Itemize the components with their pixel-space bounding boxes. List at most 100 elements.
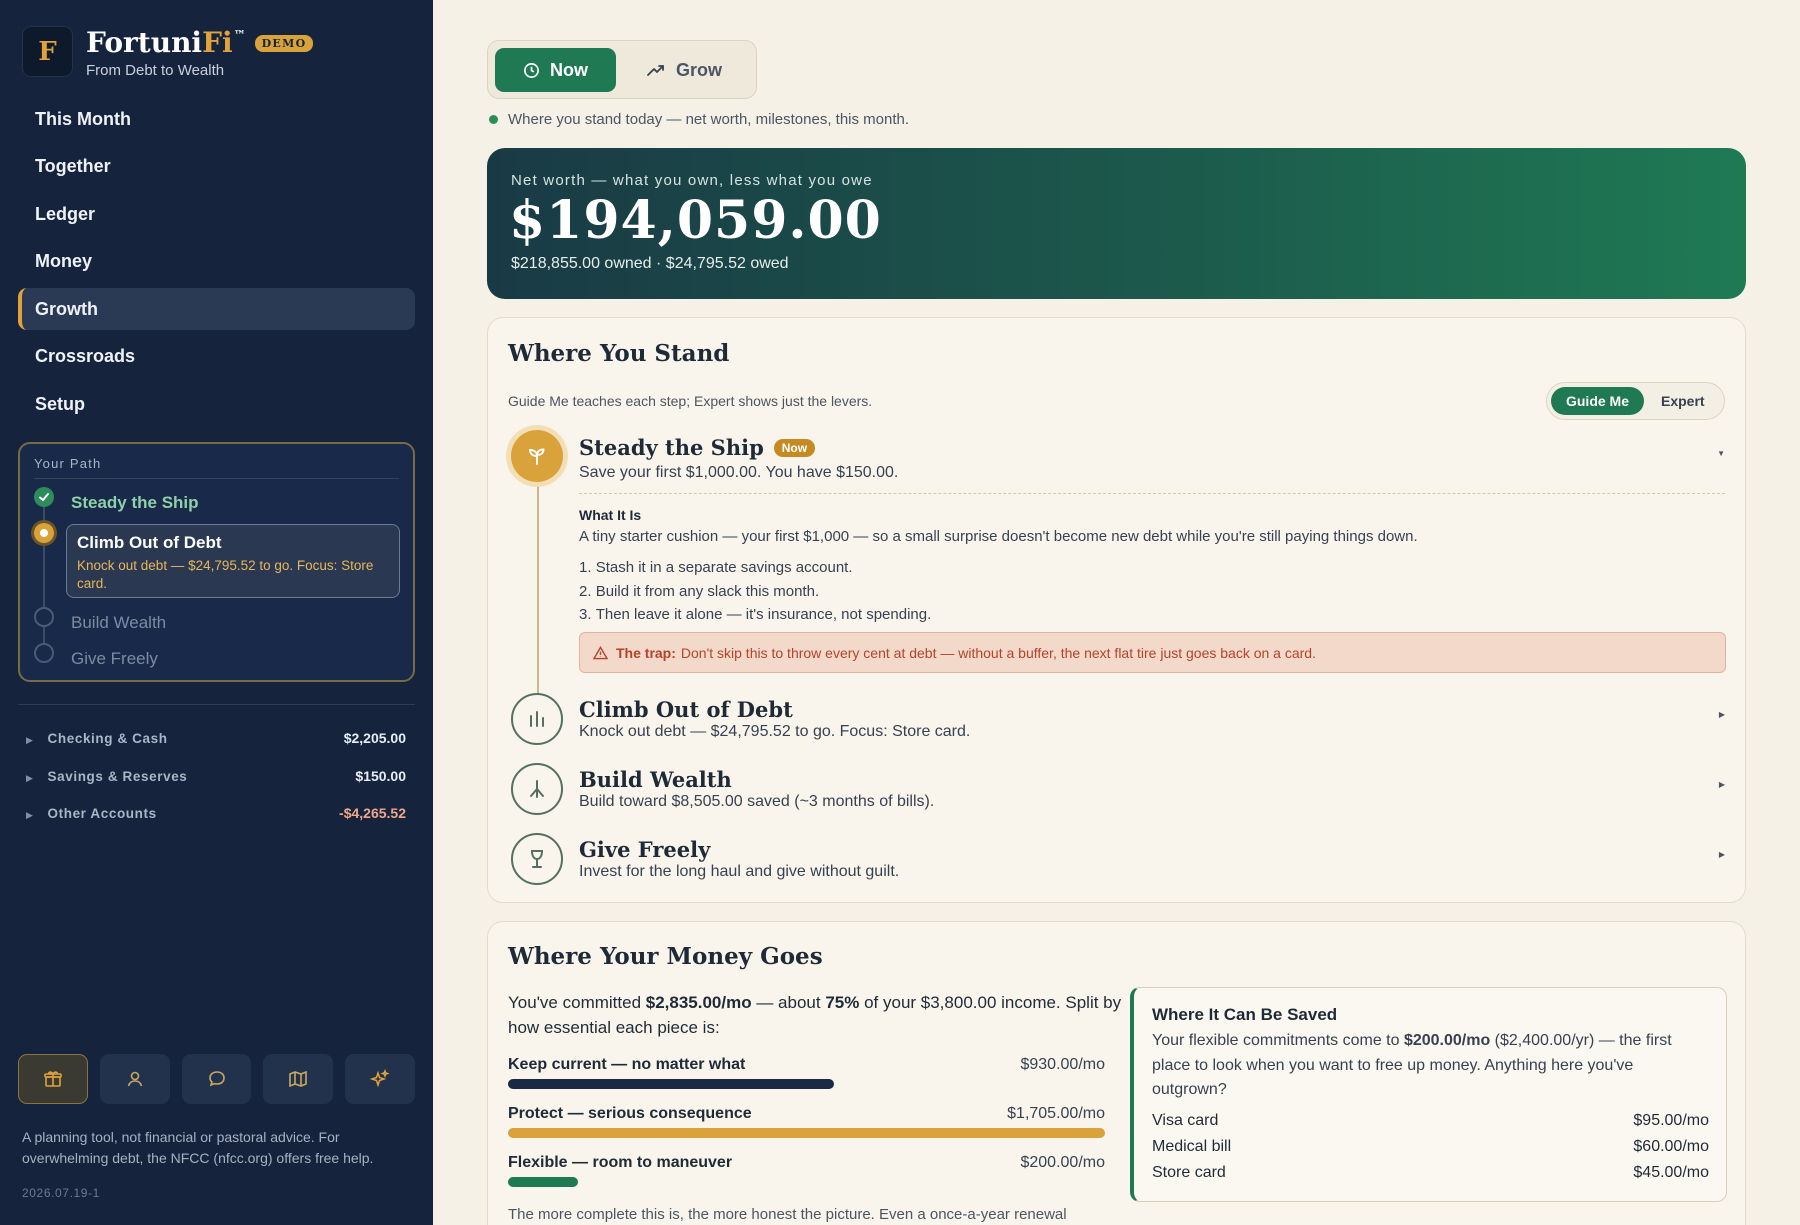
version-label: 2026.07.19-1: [22, 1186, 100, 1200]
your-path-panel: Your Path Steady the Ship Climb Out of D…: [18, 442, 415, 682]
list-item: 2. Build it from any slack this month.: [579, 582, 820, 600]
trend-up-icon: [647, 65, 664, 76]
app-tagline: From Debt to Wealth: [86, 62, 225, 79]
gift-button[interactable]: [18, 1054, 88, 1104]
step-subtitle: Invest for the long haul and give withou…: [579, 863, 900, 880]
sparkle-icon: [370, 1069, 390, 1088]
saved-item[interactable]: Medical bill $60.00/mo: [1152, 1138, 1709, 1156]
what-it-is-list: 1. Stash it in a separate savings accoun…: [579, 556, 931, 627]
path-step-detail: Knock out debt — $24,795.52 to go. Focus…: [77, 558, 374, 591]
list-item: 1. Stash it in a separate savings accoun…: [579, 559, 853, 576]
demo-badge: DEMO: [254, 35, 314, 52]
money-goes-note: The more complete this is, the more hone…: [508, 1206, 1067, 1223]
bars-icon: [511, 693, 563, 745]
bar-fill: [508, 1079, 834, 1089]
step-climb-out-of-debt[interactable]: Climb Out of Debt: [579, 697, 793, 722]
expand-arrow-icon: ▶: [26, 809, 34, 820]
account-group-other[interactable]: ▶ Other Accounts -$4,265.52: [26, 805, 406, 821]
step-subtitle: Save your first $1,000.00. You have $150…: [579, 464, 899, 481]
trap-warning: The trap: Don't skip this to throw every …: [579, 632, 1726, 673]
money-goes-intro: You've committed $2,835.00/mo — about 75…: [508, 993, 1122, 1037]
step-subtitle: Build toward $8,505.00 saved (~3 months …: [579, 793, 935, 810]
list-item: 3. Then leave it alone — it's insurance,…: [579, 606, 932, 623]
path-step-climb-out-of-debt[interactable]: Climb Out of Debt Knock out debt — $24,7…: [66, 524, 400, 598]
nav-item-growth[interactable]: Growth: [18, 288, 415, 330]
chevron-right-icon[interactable]: ▶: [1719, 850, 1725, 859]
branch-icon: [511, 763, 563, 815]
path-step-title: Climb Out of Debt: [77, 533, 222, 552]
expert-button[interactable]: Expert: [1661, 387, 1705, 415]
profile-button[interactable]: [99, 1054, 170, 1104]
mode-toggle: Guide Me Expert: [1546, 382, 1725, 420]
gift-icon: [44, 1071, 62, 1087]
sidebar: F Fortuni Fi ™ DEMO From Debt to Wealth Th…: [0, 0, 433, 1225]
bar-flexible: Flexible — room to maneuver $200.00/mo: [508, 1154, 1105, 1187]
path-step-build-wealth[interactable]: Build Wealth: [71, 613, 166, 633]
account-value: $2,205.00: [343, 730, 406, 746]
pending-step-icon: [34, 643, 54, 663]
account-value: -$4,265.52: [339, 805, 406, 821]
step-give-freely[interactable]: Give Freely: [579, 837, 710, 862]
grow-tab[interactable]: Grow: [646, 48, 722, 92]
step-steady-the-ship[interactable]: Steady the Ship Now: [579, 435, 816, 460]
current-step-icon: [34, 523, 54, 543]
pending-step-icon: [34, 607, 54, 627]
what-it-is-text: A tiny starter cushion — your first $1,0…: [579, 528, 1418, 545]
net-worth-card: Net worth — what you own, less what you …: [487, 148, 1746, 299]
app-name: Fortuni Fi ™ DEMO: [86, 26, 314, 60]
guide-me-button[interactable]: Guide Me: [1551, 387, 1644, 415]
person-icon: [127, 1071, 142, 1087]
disclaimer: A planning tool, not financial or pastor…: [22, 1129, 374, 1166]
account-group-savings[interactable]: ▶ Savings & Reserves $150.00: [26, 768, 406, 784]
where-you-stand-card: Where You Stand Guide Me teaches each st…: [487, 317, 1746, 903]
map-button[interactable]: [263, 1054, 334, 1104]
nav-item-ledger[interactable]: Ledger: [18, 193, 415, 235]
timeline-line: [537, 464, 539, 720]
chevron-right-icon[interactable]: ▶: [1719, 710, 1725, 719]
now-badge: Now: [773, 438, 816, 457]
bar-keep-current: Keep current — no matter what $930.00/mo: [508, 1056, 1105, 1089]
chat-button[interactable]: [181, 1054, 252, 1104]
warning-icon: [593, 645, 608, 659]
brand[interactable]: F Fortuni Fi ™ DEMO From Debt to Wealth: [22, 26, 314, 79]
now-tab[interactable]: Now: [495, 48, 616, 92]
account-group-checking[interactable]: ▶ Checking & Cash $2,205.00: [26, 730, 406, 746]
sidebar-toolbar: [18, 1054, 416, 1104]
net-worth-label: Net worth — what you own, less what you …: [511, 172, 873, 189]
bar-fill: [508, 1128, 1105, 1138]
app-logo: F: [22, 26, 73, 77]
where-you-stand-title: Where You Stand: [508, 340, 730, 367]
nav-item-this-month[interactable]: This Month: [18, 98, 415, 140]
nav-item-crossroads[interactable]: Crossroads: [18, 336, 415, 378]
path-step-steady-the-ship[interactable]: Steady the Ship: [71, 493, 199, 513]
what-it-is-heading: What It Is: [579, 507, 642, 523]
where-you-stand-desc: Guide Me teaches each step; Expert shows…: [508, 393, 873, 409]
goblet-icon: [511, 833, 563, 885]
expand-arrow-icon: ▶: [26, 772, 34, 783]
path-step-give-freely[interactable]: Give Freely: [71, 649, 158, 669]
nav-item-money[interactable]: Money: [18, 241, 415, 283]
net-worth-value: $194,059.00: [509, 190, 882, 251]
nav-item-together[interactable]: Together: [18, 146, 415, 188]
chat-icon: [208, 1071, 225, 1087]
money-goes-title: Where Your Money Goes: [508, 943, 823, 970]
clock-icon: [524, 62, 539, 78]
saved-item[interactable]: Store card $45.00/mo: [1152, 1164, 1709, 1182]
status-dot-icon: [489, 115, 498, 124]
chevron-right-icon[interactable]: ▶: [1719, 780, 1725, 789]
view-hint: Where you stand today — net worth, miles…: [489, 111, 909, 128]
sprout-icon: [511, 430, 563, 482]
account-value: $150.00: [355, 768, 406, 784]
view-toggle: Now Grow: [487, 40, 757, 99]
main-nav: This Month Together Ledger Money Growth …: [18, 98, 415, 431]
saved-item[interactable]: Visa card $95.00/mo: [1152, 1112, 1709, 1130]
path-connector: [43, 498, 45, 651]
sparkle-button[interactable]: [345, 1054, 416, 1104]
chevron-down-icon[interactable]: ▼: [1717, 449, 1725, 458]
step-build-wealth[interactable]: Build Wealth: [579, 767, 732, 792]
expand-arrow-icon: ▶: [26, 734, 34, 745]
nav-item-setup[interactable]: Setup: [18, 383, 415, 425]
your-path-title: Your Path: [34, 456, 102, 471]
bar-protect: Protect — serious consequence $1,705.00/m…: [508, 1105, 1105, 1138]
where-it-can-be-saved-panel: Where It Can Be Saved Your flexible comm…: [1130, 987, 1727, 1202]
